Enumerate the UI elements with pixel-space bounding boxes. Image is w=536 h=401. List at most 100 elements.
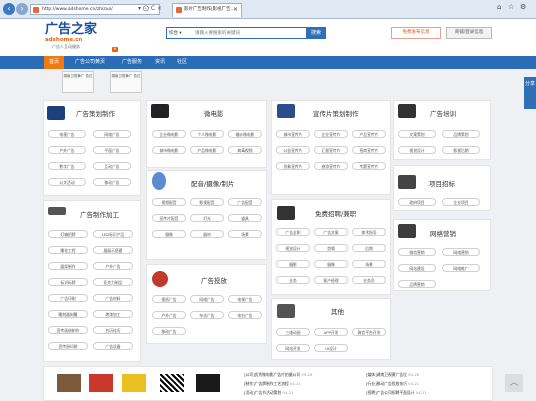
category-tag[interactable]: 摄像	[152, 230, 186, 238]
category-tag[interactable]: 场景	[228, 230, 262, 238]
news-item[interactable]: [行业]移动广告投放技巧 04-21	[366, 381, 419, 386]
category-tag[interactable]: 互动广告	[93, 162, 131, 170]
panel-title[interactable]: 广告制作加工	[80, 211, 119, 219]
scroll-to-top-icon[interactable]: ︿	[505, 374, 523, 392]
category-tag[interactable]: 烤漆加工	[93, 310, 133, 318]
news-item[interactable]: [招聘]广告公司招聘平面设计 04-21	[366, 390, 427, 395]
category-tag[interactable]: 产品宣传片	[352, 130, 386, 138]
category-tag[interactable]: 广告文案	[314, 228, 348, 236]
partner-image[interactable]	[89, 374, 113, 392]
login-button[interactable]: 商铺/登录信息	[446, 27, 492, 39]
panel-title[interactable]: 微电影	[204, 110, 224, 118]
category-tag[interactable]: 病毒视频	[228, 146, 262, 154]
category-tag[interactable]: 器材	[190, 230, 224, 238]
search-button[interactable]: 搜索	[306, 27, 326, 39]
category-tag[interactable]: 网络推广	[442, 264, 480, 272]
category-tag[interactable]: 文案策划	[398, 130, 436, 138]
category-tag[interactable]: 企业宣传片	[314, 130, 348, 138]
category-tag[interactable]: 户外广告	[48, 146, 86, 154]
category-tag[interactable]: 亚克力制品	[93, 278, 133, 286]
category-tag[interactable]: 广告配音	[228, 198, 262, 206]
category-tag[interactable]: 三维动画	[276, 328, 310, 336]
category-tag[interactable]: 网络营销	[442, 248, 480, 256]
category-tag[interactable]: 广告全职	[276, 228, 310, 236]
category-tag[interactable]: 宣传片配音	[152, 214, 186, 222]
category-tag[interactable]: 杂志广告	[190, 311, 224, 319]
category-tag[interactable]: 产品微电影	[190, 146, 224, 154]
category-tag[interactable]: 网络广告	[93, 130, 131, 138]
category-tag[interactable]: 微信平台开发	[352, 328, 386, 336]
category-tag[interactable]: 广告印刷	[48, 294, 88, 302]
category-tag[interactable]: 后期	[352, 244, 386, 252]
category-tag[interactable]: LED标识产品	[93, 230, 133, 238]
search-category-select[interactable]: 综合 ▾	[169, 28, 182, 39]
category-tag[interactable]: 灯箱招牌	[48, 230, 88, 238]
panel-title[interactable]: 广告策划制作	[76, 110, 115, 118]
category-tag[interactable]: 形象宣传片	[276, 162, 310, 170]
category-tag[interactable]: 招商宣传片	[352, 146, 386, 154]
category-tag[interactable]: 业务员	[352, 276, 386, 284]
news-item[interactable]: [公司]优秀微电影广告片拍摄公司 05-26	[244, 372, 312, 377]
category-tag[interactable]: 数字广告	[48, 162, 86, 170]
category-tag[interactable]: 电台广告	[228, 311, 262, 319]
browser-tab[interactable]: 影片广告制作|影视广告... ×	[172, 3, 242, 17]
category-tag[interactable]: 展架制作	[48, 262, 88, 270]
news-item[interactable]: [制作]广告牌制作工艺流程 04-21	[244, 381, 301, 386]
search-input[interactable]	[195, 28, 285, 39]
panel-title[interactable]: 免费招聘/兼职	[315, 210, 356, 218]
category-tag[interactable]: 政府项目	[398, 198, 436, 206]
partner-image[interactable]	[122, 374, 146, 392]
nav-news[interactable]: 资讯	[150, 56, 170, 69]
category-tag[interactable]: 视频配音	[152, 198, 186, 206]
category-tag[interactable]: 雕刻器刻雕	[48, 310, 88, 318]
panel-title[interactable]: 项目招标	[429, 180, 455, 188]
category-tag[interactable]: 移动广告	[152, 327, 186, 335]
category-tag[interactable]: 美术指导	[352, 228, 386, 236]
partner-image[interactable]	[57, 374, 81, 392]
settings-icon[interactable]: ⚙	[520, 3, 526, 11]
forward-icon[interactable]: ›	[16, 3, 28, 15]
category-tag[interactable]: 城市微电影	[152, 146, 186, 154]
category-tag[interactable]: 灯光	[190, 214, 224, 222]
category-tag[interactable]: 户外广告	[93, 262, 133, 270]
category-tag[interactable]: 平面广告	[93, 146, 131, 154]
category-tag[interactable]: 标识标牌	[48, 278, 88, 286]
favorites-icon[interactable]: ☆	[508, 3, 514, 11]
news-item[interactable]: [活动]广告节活动策划 04-21	[244, 390, 293, 395]
category-tag[interactable]: 个人微电影	[190, 130, 224, 138]
category-tag[interactable]: 业务	[276, 276, 310, 284]
category-tag[interactable]: 广告材料	[93, 294, 133, 302]
category-tag[interactable]: 户外广告	[152, 311, 186, 319]
category-tag[interactable]: 婚纱微电影	[228, 130, 262, 138]
category-tag[interactable]: 宣传册印刷	[48, 342, 88, 350]
category-tag[interactable]: APP开发	[314, 328, 348, 336]
site-logo[interactable]: 广告之家	[45, 23, 97, 37]
nav-company-directory[interactable]: 广告公司黄页	[68, 56, 112, 69]
category-tag[interactable]: 网络广告	[190, 295, 224, 303]
category-tag[interactable]: 视觉设计	[398, 146, 436, 154]
category-tag[interactable]: 剪辑	[314, 244, 348, 252]
category-tag[interactable]: 微信营销	[398, 248, 436, 256]
category-tag[interactable]: 网站开发	[276, 344, 310, 352]
category-tag[interactable]: 摄像	[314, 260, 348, 268]
publish-info-button[interactable]: 免费发布信息	[391, 27, 441, 39]
category-tag[interactable]: 展展示搭建	[93, 246, 133, 254]
panel-title[interactable]: 其他	[331, 308, 344, 316]
ad-thumbnail[interactable]: 湖南卫视黄广 告位	[110, 71, 142, 93]
panel-title[interactable]: 广告培训	[430, 110, 456, 118]
nav-home[interactable]: 首页	[44, 56, 64, 69]
category-tag[interactable]: 报纸广告	[152, 295, 186, 303]
category-tag[interactable]: 广告设备	[93, 342, 133, 350]
category-tag[interactable]: 视觉设计	[276, 244, 310, 252]
panel-title[interactable]: 广告投放	[201, 277, 227, 285]
partner-image[interactable]	[196, 374, 220, 392]
home-icon[interactable]: ⌂	[497, 3, 501, 11]
category-tag[interactable]: 影视配音	[190, 198, 224, 206]
news-item[interactable]: [媒体]湖南卫视黄广告位 04-26	[366, 372, 419, 377]
category-tag[interactable]: 汇报宣传片	[314, 146, 348, 154]
category-tag[interactable]: 企业微电影	[152, 130, 186, 138]
category-tag[interactable]: 电视广告	[48, 130, 86, 138]
category-tag[interactable]: 专题宣传片	[352, 162, 386, 170]
category-tag[interactable]: 摄影	[276, 260, 310, 268]
category-tag[interactable]: 宣传画册制作	[48, 326, 88, 334]
